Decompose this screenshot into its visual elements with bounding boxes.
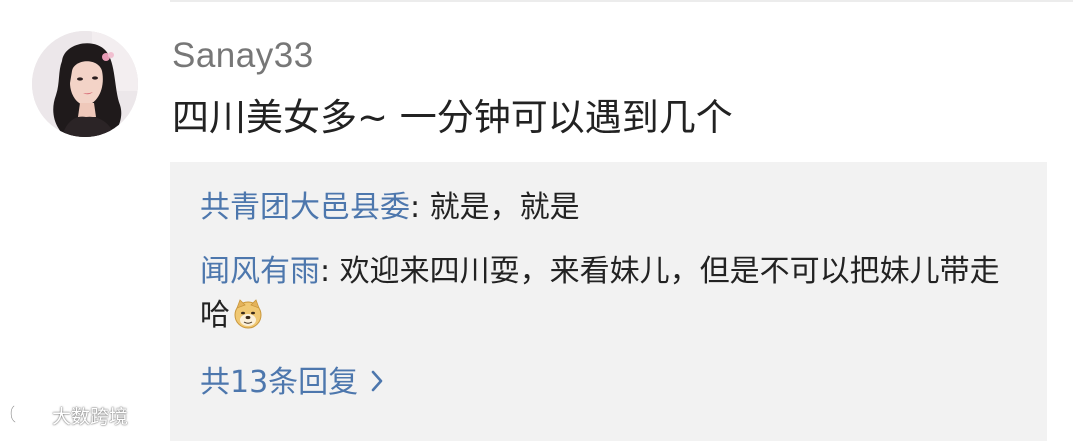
reply-item: 闻风有雨: 欢迎来四川耍，来看妹儿，但是不可以把妹儿带走哈 <box>200 250 1020 338</box>
avatar-image <box>32 31 138 137</box>
divider <box>170 0 1073 2</box>
watermark: 大数跨境 <box>8 403 128 432</box>
watermark-logo-icon <box>8 403 50 432</box>
watermark-text: 大数跨境 <box>52 406 129 428</box>
avatar[interactable] <box>32 31 138 137</box>
comment-text: 四川美女多~ 一分钟可以遇到几个 <box>172 96 733 139</box>
more-replies-link[interactable]: 共13条回复 <box>200 361 384 406</box>
reply-separator: : <box>320 254 340 289</box>
comment-card: Sanay33 四川美女多~ 一分钟可以遇到几个 共青团大邑县委: 就是，就是 … <box>0 0 1073 441</box>
chevron-right-icon <box>370 362 384 406</box>
reply-separator: : <box>410 190 430 225</box>
reply-author[interactable]: 闻风有雨 <box>200 254 320 289</box>
replies-panel: 共青团大邑县委: 就是，就是 闻风有雨: 欢迎来四川耍，来看妹儿，但是不可以把妹… <box>170 162 1047 441</box>
reply-author[interactable]: 共青团大邑县委 <box>200 190 410 225</box>
reply-item: 共青团大邑县委: 就是，就是 <box>200 186 580 230</box>
more-replies-label: 共13条回复 <box>200 365 359 400</box>
doge-icon <box>232 298 264 330</box>
reply-text: 就是，就是 <box>429 190 580 225</box>
username[interactable]: Sanay33 <box>172 36 314 76</box>
